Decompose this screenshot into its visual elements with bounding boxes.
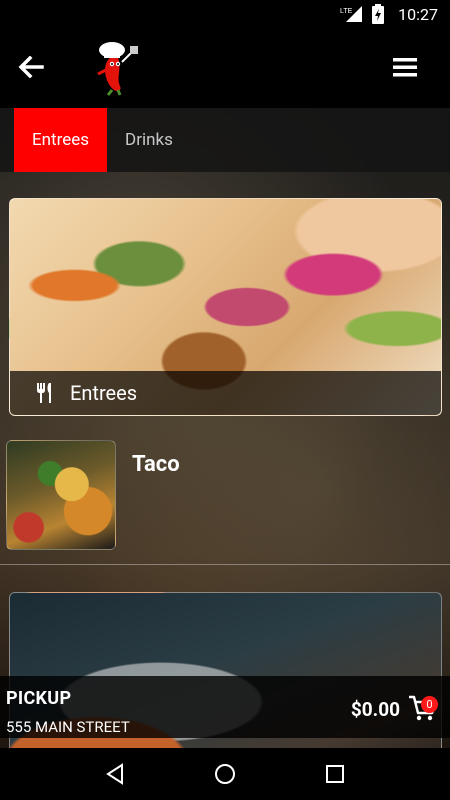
- fork-knife-icon: [37, 383, 51, 403]
- chili-chef-logo: [88, 40, 144, 96]
- nav-back-button[interactable]: [100, 759, 130, 789]
- nav-recents-button[interactable]: [320, 759, 350, 789]
- category-label: Entrees: [70, 381, 138, 405]
- list-item[interactable]: Taco: [0, 438, 450, 565]
- svg-text:LTE: LTE: [340, 8, 353, 15]
- status-bar: LTE 10:27: [0, 0, 450, 28]
- lte-signal-icon: LTE: [340, 5, 364, 23]
- order-bar[interactable]: PICKUP 555 MAIN STREET $0.00 0: [0, 676, 450, 738]
- divider: [0, 564, 450, 565]
- item-name: Taco: [132, 452, 180, 477]
- category-card-entrees[interactable]: Entrees: [9, 198, 442, 416]
- triangle-back-icon: [106, 763, 123, 785]
- battery-icon: [372, 4, 385, 24]
- back-button[interactable]: [16, 52, 46, 82]
- taco-thumbnail: [6, 440, 116, 550]
- tab-entrees[interactable]: Entrees: [14, 108, 108, 172]
- square-recents-icon: [326, 765, 344, 783]
- order-total: $0.00: [350, 698, 400, 721]
- menu-button[interactable]: [390, 52, 420, 82]
- tab-drinks[interactable]: Drinks: [107, 108, 191, 172]
- circle-home-icon: [215, 764, 235, 784]
- menu-content[interactable]: Entrees Drinks Entrees Taco: [0, 108, 450, 748]
- order-mode: PICKUP: [6, 688, 72, 709]
- hamburger-menu-icon: [393, 58, 417, 77]
- category-caption: Entrees: [10, 371, 441, 415]
- status-time: 10:27: [398, 4, 438, 24]
- system-nav-bar: [0, 748, 450, 800]
- arrow-left-icon: [18, 56, 44, 78]
- pickup-address: 555 MAIN STREET: [6, 718, 130, 736]
- category-tabs: Entrees Drinks: [0, 108, 450, 172]
- cart-count-badge: 0: [421, 696, 438, 713]
- nav-home-button[interactable]: [210, 759, 240, 789]
- app-bar: [0, 28, 450, 108]
